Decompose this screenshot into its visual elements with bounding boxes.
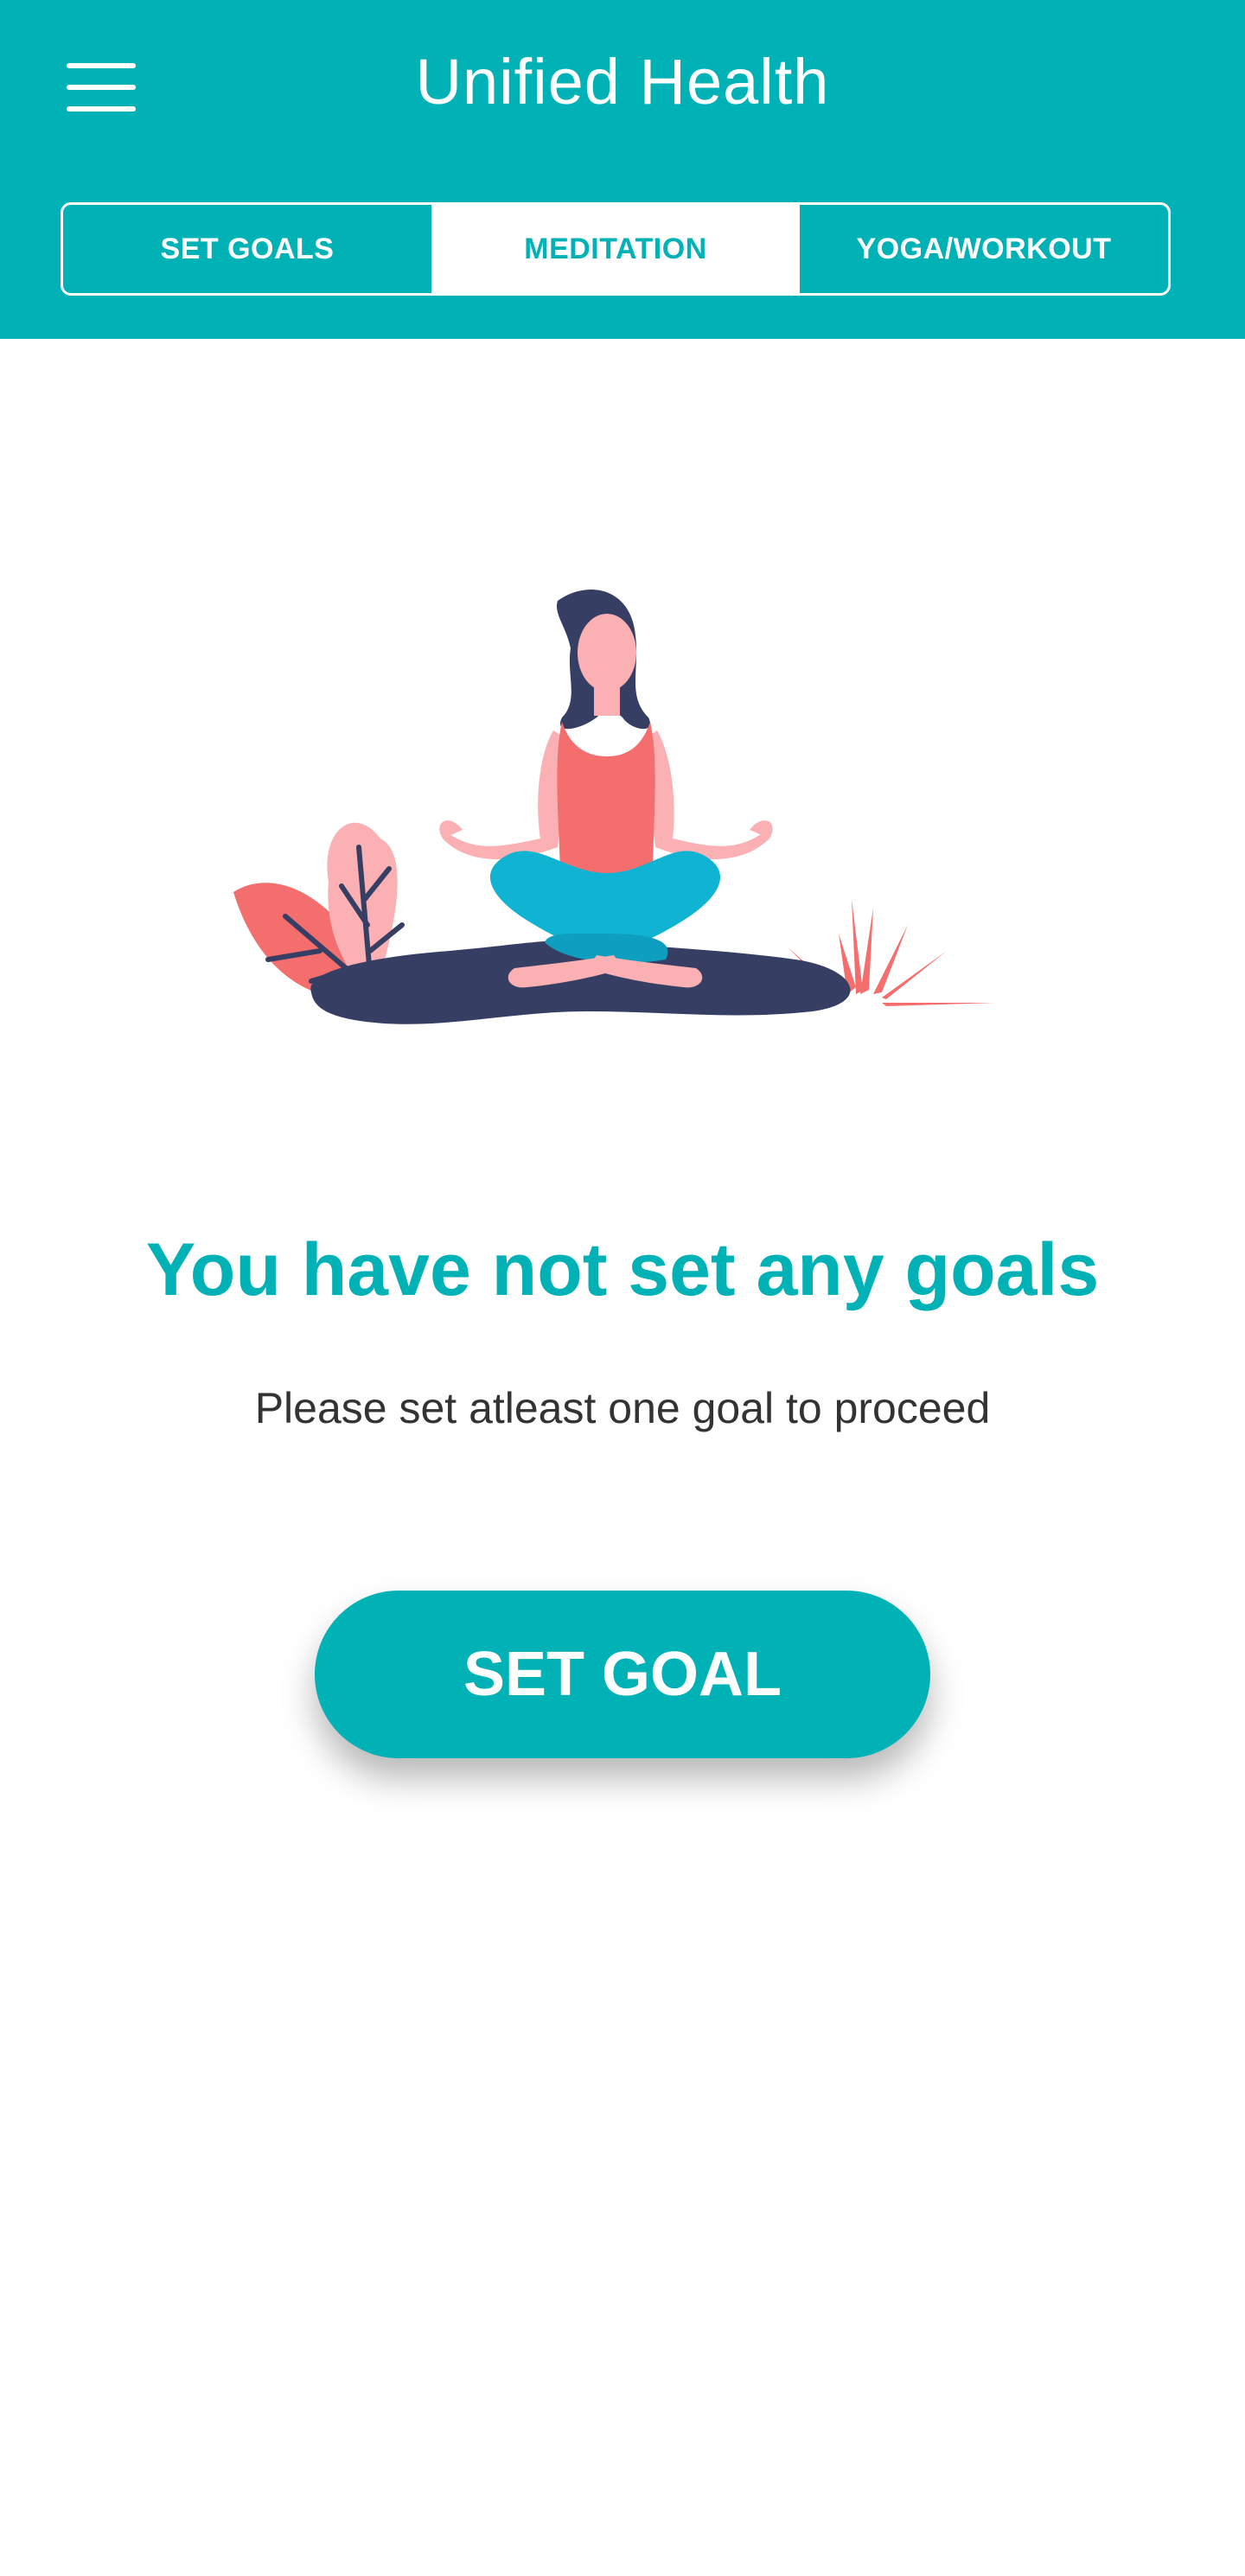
app-bar: Unified Health SET GOALS MEDITATION YOGA… bbox=[0, 0, 1245, 339]
set-goal-button[interactable]: SET GOAL bbox=[315, 1591, 930, 1758]
tab-meditation[interactable]: MEDITATION bbox=[431, 205, 800, 293]
empty-state-title: You have not set any goals bbox=[145, 1228, 1100, 1311]
tab-bar: SET GOALS MEDITATION YOGA/WORKOUT bbox=[61, 202, 1171, 296]
empty-state-subtitle: Please set atleast one goal to proceed bbox=[254, 1384, 991, 1432]
meditation-woman-illustration bbox=[233, 590, 994, 1024]
tab-set-goals[interactable]: SET GOALS bbox=[63, 205, 431, 293]
tab-yoga-workout[interactable]: YOGA/WORKOUT bbox=[800, 205, 1168, 293]
tank-top-shape bbox=[557, 722, 655, 873]
app-title: Unified Health bbox=[415, 46, 830, 118]
